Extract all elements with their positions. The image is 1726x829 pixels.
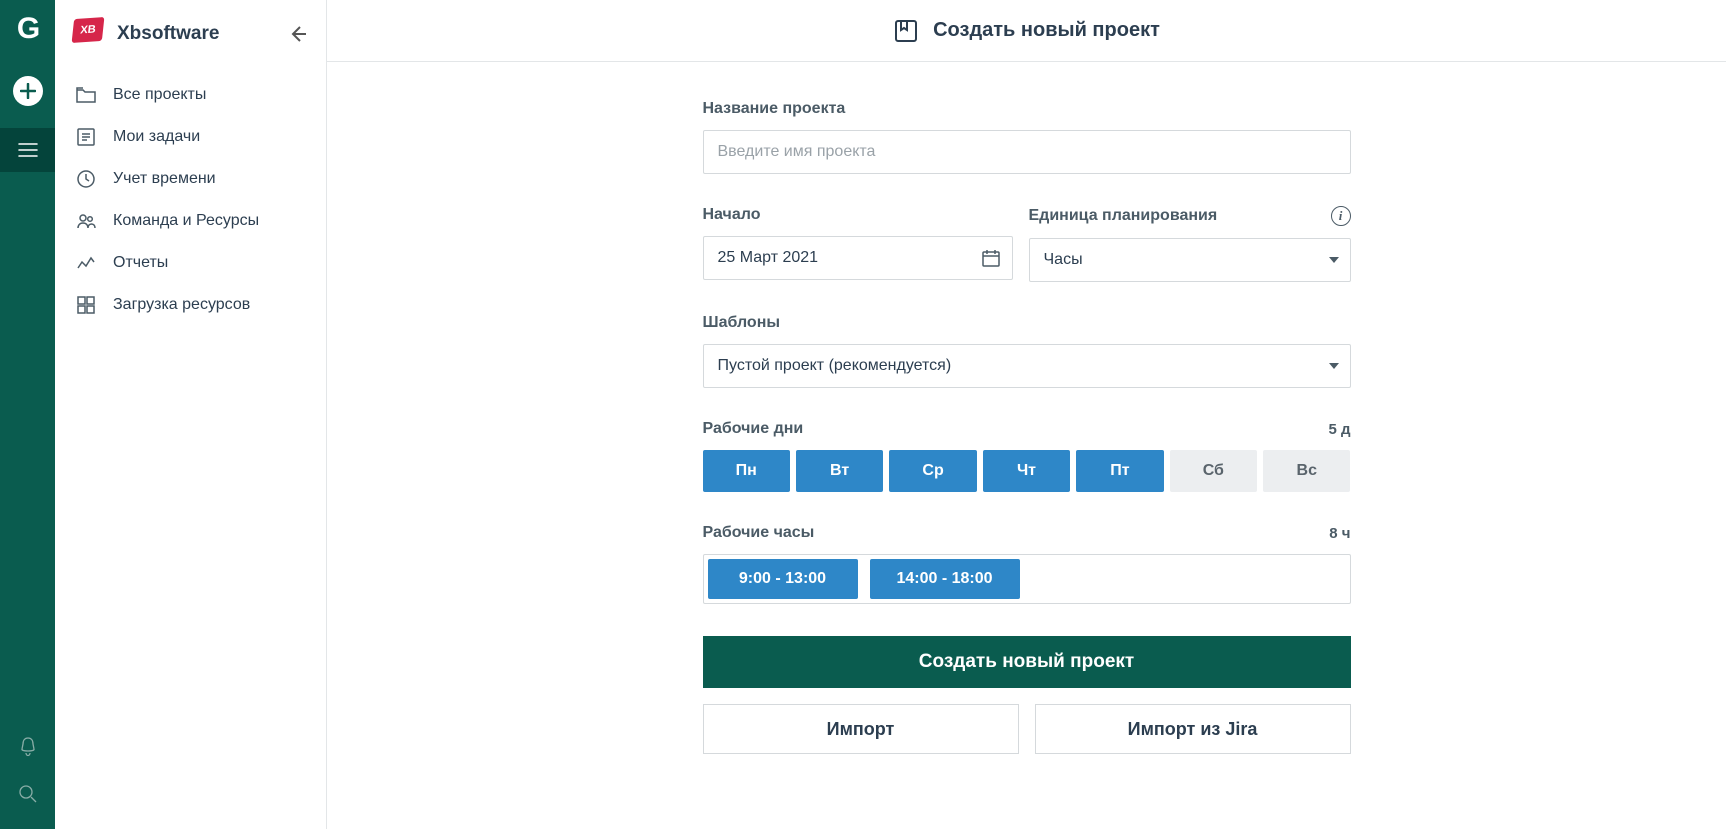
- day-toggle[interactable]: Пн: [703, 450, 790, 492]
- start-date-input[interactable]: [703, 236, 1013, 280]
- work-hours-label: Рабочие часы: [703, 524, 815, 542]
- sidebar-item-label: Учет времени: [113, 170, 216, 188]
- day-toggle[interactable]: Ср: [889, 450, 976, 492]
- day-toggle[interactable]: Чт: [983, 450, 1070, 492]
- start-date-label: Начало: [703, 206, 1013, 224]
- project-name-label: Название проекта: [703, 100, 1351, 118]
- add-button[interactable]: [13, 76, 43, 106]
- sidebar: XB Xbsoftware Все проекты Мои задачи Уче…: [55, 0, 327, 829]
- create-project-button[interactable]: Создать новый проект: [703, 636, 1351, 688]
- sidebar-item-label: Команда и Ресурсы: [113, 212, 259, 230]
- work-hours-count: 8 ч: [1329, 525, 1350, 542]
- page-title: Создать новый проект: [933, 19, 1160, 42]
- sidebar-item-label: Мои задачи: [113, 128, 200, 146]
- import-jira-button[interactable]: Импорт из Jira: [1035, 704, 1351, 754]
- planning-unit-label: Единица планирования: [1029, 207, 1218, 225]
- template-select[interactable]: [703, 344, 1351, 388]
- topbar: Создать новый проект: [327, 0, 1726, 62]
- grid-icon: [75, 294, 97, 316]
- app-logo: G: [17, 12, 38, 46]
- work-hours-row[interactable]: 9:00 - 13:00 14:00 - 18:00: [703, 554, 1351, 604]
- notifications-icon[interactable]: [18, 736, 38, 758]
- day-toggle[interactable]: Пт: [1076, 450, 1163, 492]
- project-name-input[interactable]: [703, 130, 1351, 174]
- sidebar-item-my-tasks[interactable]: Мои задачи: [55, 116, 326, 158]
- day-toggle[interactable]: Вт: [796, 450, 883, 492]
- sidebar-item-team-resources[interactable]: Команда и Ресурсы: [55, 200, 326, 242]
- sidebar-item-reports[interactable]: Отчеты: [55, 242, 326, 284]
- sidebar-item-label: Загрузка ресурсов: [113, 296, 250, 314]
- hour-block[interactable]: 9:00 - 13:00: [708, 559, 858, 599]
- workspace-name: Xbsoftware: [117, 23, 276, 45]
- planning-unit-select[interactable]: [1029, 238, 1351, 282]
- day-toggle[interactable]: Сб: [1170, 450, 1257, 492]
- search-icon[interactable]: [18, 784, 38, 804]
- collapse-sidebar-icon[interactable]: [288, 24, 308, 44]
- info-icon[interactable]: i: [1331, 206, 1351, 226]
- chart-icon: [75, 252, 97, 274]
- sidebar-item-all-projects[interactable]: Все проекты: [55, 74, 326, 116]
- list-icon: [75, 126, 97, 148]
- work-days-count: 5 д: [1328, 421, 1350, 438]
- hamburger-menu-button[interactable]: [0, 128, 55, 172]
- people-icon: [75, 210, 97, 232]
- import-button[interactable]: Импорт: [703, 704, 1019, 754]
- folder-icon: [75, 84, 97, 106]
- project-icon: [893, 18, 919, 44]
- day-toggle[interactable]: Вс: [1263, 450, 1350, 492]
- clock-icon: [75, 168, 97, 190]
- hour-block[interactable]: 14:00 - 18:00: [870, 559, 1020, 599]
- work-days-label: Рабочие дни: [703, 420, 804, 438]
- sidebar-item-resource-load[interactable]: Загрузка ресурсов: [55, 284, 326, 326]
- sidebar-item-label: Все проекты: [113, 86, 206, 104]
- workspace-logo: XB: [73, 18, 105, 50]
- sidebar-item-time-tracking[interactable]: Учет времени: [55, 158, 326, 200]
- sidebar-item-label: Отчеты: [113, 254, 168, 272]
- templates-label: Шаблоны: [703, 314, 1351, 332]
- app-rail: G: [0, 0, 55, 829]
- main-area: Создать новый проект Название проекта На…: [327, 0, 1726, 829]
